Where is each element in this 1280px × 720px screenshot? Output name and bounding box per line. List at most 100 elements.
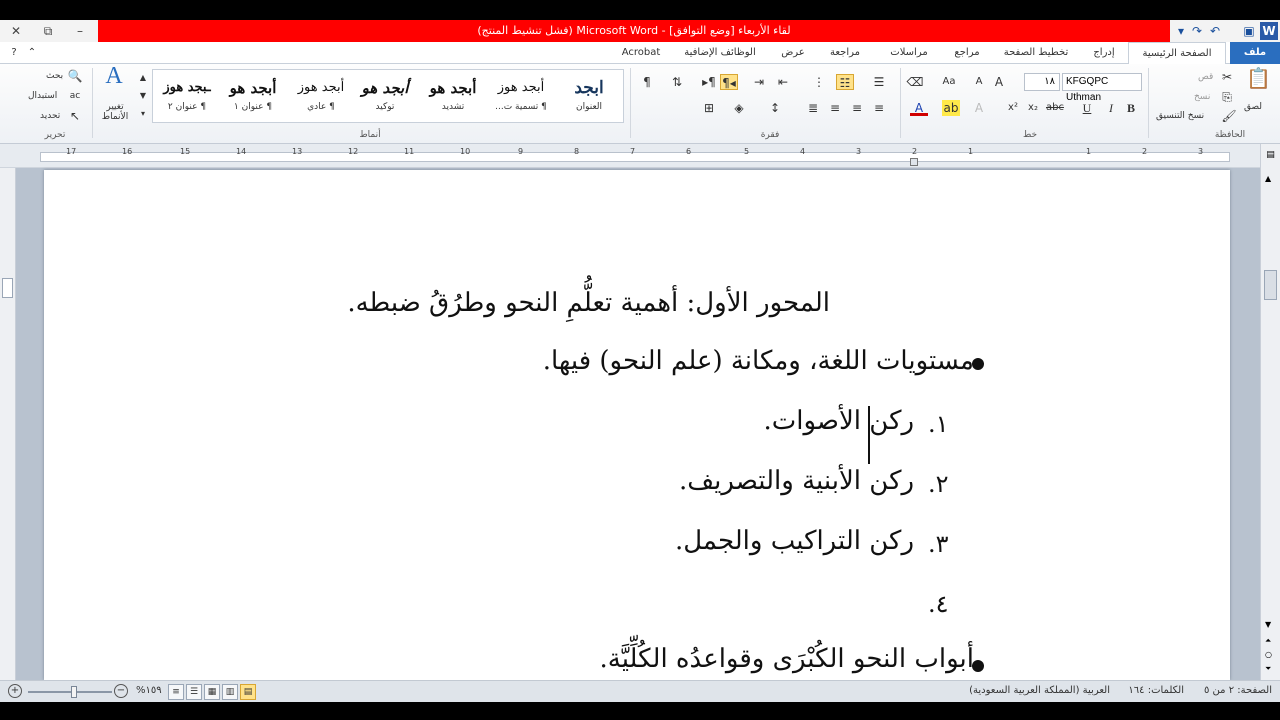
sort-button[interactable]: ⇅ — [668, 74, 686, 90]
style-heading-1[interactable]: أبجد هو ¶ عنوان ١ — [219, 70, 287, 122]
text-effects-button[interactable]: A — [970, 100, 988, 116]
cut-button[interactable]: قص — [1198, 72, 1213, 82]
copy-icon[interactable]: ⎘ — [1218, 89, 1236, 105]
zoom-in-button[interactable]: + — [8, 684, 22, 698]
ruler-toggle-button[interactable]: ▤ — [1264, 150, 1277, 164]
font-name-combo[interactable]: KFGQPC Uthman — [1062, 73, 1142, 103]
grow-font-button[interactable]: A — [990, 74, 1008, 90]
bold-button[interactable]: B — [1122, 100, 1140, 116]
tab-review[interactable]: مراجعة — [816, 42, 874, 64]
restore-button[interactable]: ⧉ — [32, 20, 64, 42]
format-painter-icon[interactable]: 🖌 — [1220, 108, 1238, 124]
italic-button[interactable]: I — [1102, 100, 1120, 116]
full-screen-reading-button[interactable]: ▥ — [222, 684, 238, 700]
minimize-ribbon-button[interactable]: ⌃ — [24, 42, 40, 64]
tab-file[interactable]: ملف — [1230, 42, 1280, 64]
select-icon[interactable]: ↖ — [66, 108, 84, 124]
vertical-scrollbar[interactable]: ▤ ▲ ▼ ⏶ ○ ⏷ — [1260, 144, 1280, 680]
multilevel-list-button[interactable]: ⋮ — [810, 74, 828, 90]
language-indicator[interactable]: العربية (المملكة العربية السعودية) — [969, 685, 1110, 696]
page-counter[interactable]: الصفحة: ٢ من ٥ — [1204, 685, 1272, 696]
indent-marker[interactable] — [910, 158, 918, 166]
decrease-indent-button[interactable]: ⇤ — [774, 74, 792, 90]
change-styles-icon[interactable]: A — [102, 64, 126, 96]
style-emphasis[interactable]: أبجد هو توكيد — [351, 70, 419, 122]
tab-insert[interactable]: إدراج — [1082, 42, 1126, 64]
copy-button[interactable]: نسخ — [1194, 92, 1210, 102]
close-button[interactable]: ✕ — [0, 20, 32, 42]
web-layout-button[interactable]: ▦ — [204, 684, 220, 700]
font-color-button[interactable]: A — [910, 100, 928, 116]
style-caption[interactable]: أبجد هوز ¶ تسمية ت... — [487, 70, 555, 122]
align-right-button[interactable]: ≡ — [870, 100, 888, 116]
paste-icon[interactable]: 📋 — [1246, 68, 1271, 98]
subscript-button[interactable]: x₂ — [1024, 100, 1042, 116]
document-page[interactable]: المحور الأول: أهمية تعلُّمِ النحو وطرُقُ… — [44, 170, 1230, 680]
bullets-button[interactable]: ☰ — [870, 74, 888, 90]
save-button[interactable]: ▣ — [1240, 22, 1258, 40]
vertical-ruler-marker[interactable] — [2, 278, 13, 298]
find-icon[interactable]: 🔍 — [66, 68, 84, 84]
tab-home[interactable]: الصفحة الرئيسية — [1128, 42, 1226, 65]
draft-button[interactable]: ≡ — [168, 684, 184, 700]
shrink-font-button[interactable]: A — [970, 74, 988, 90]
horizontal-ruler[interactable]: 17 16 15 14 13 12 11 10 9 8 7 6 5 4 3 2 … — [0, 144, 1280, 168]
change-styles-button[interactable]: تغيير الأنماط — [98, 102, 132, 122]
zoom-level[interactable]: %١٥٩ — [136, 685, 162, 696]
previous-page-button[interactable]: ⏶ — [1265, 636, 1271, 646]
find-button[interactable]: بحث — [46, 71, 63, 81]
styles-scroll-down[interactable]: ▼ — [136, 88, 150, 104]
styles-scroll-up[interactable]: ▲ — [136, 70, 150, 86]
help-button[interactable]: ? — [4, 42, 24, 64]
styles-more[interactable]: ▾ — [136, 106, 150, 122]
scroll-down-button[interactable]: ▼ — [1265, 620, 1271, 629]
show-hide-marks-button[interactable]: ¶ — [638, 74, 656, 90]
shading-button[interactable]: ◈ — [730, 100, 748, 116]
zoom-slider-thumb[interactable] — [71, 686, 78, 698]
align-center-button[interactable]: ≡ — [848, 100, 866, 116]
cut-icon[interactable]: ✂ — [1218, 69, 1236, 85]
font-size-combo[interactable]: ١٨ — [1024, 73, 1060, 91]
change-case-button[interactable]: Aa — [938, 74, 960, 90]
scroll-thumb[interactable] — [1264, 270, 1277, 300]
undo-button[interactable]: ↶ — [1206, 22, 1224, 40]
tab-add-ins[interactable]: الوظائف الإضافية — [670, 42, 770, 64]
increase-indent-button[interactable]: ⇥ — [750, 74, 768, 90]
numbering-button[interactable]: ☷ — [836, 74, 854, 90]
replace-button[interactable]: استبدال — [28, 91, 57, 101]
zoom-slider[interactable] — [28, 691, 112, 693]
browse-object-button[interactable]: ○ — [1265, 650, 1272, 659]
outline-button[interactable]: ☰ — [186, 684, 202, 700]
zoom-out-button[interactable]: − — [114, 684, 128, 698]
print-layout-button[interactable]: ▤ — [240, 684, 256, 700]
strikethrough-button[interactable]: abc — [1044, 100, 1066, 116]
rtl-direction-button[interactable]: ¶◂ — [720, 74, 738, 90]
scroll-up-button[interactable]: ▲ — [1265, 174, 1271, 183]
underline-button[interactable]: U — [1078, 100, 1096, 116]
style-strong[interactable]: أبجد هو تشديد — [419, 70, 487, 122]
clear-formatting-button[interactable]: ⌫ — [906, 74, 924, 90]
replace-icon[interactable]: ac — [66, 88, 84, 104]
tab-references[interactable]: مراجع — [944, 42, 990, 64]
paste-button[interactable]: لصق — [1244, 102, 1262, 112]
minimize-button[interactable]: – — [64, 20, 96, 42]
tab-mailings[interactable]: مراسلات — [876, 42, 942, 64]
style-heading-2[interactable]: ـبجد هوز ¶ عنوان ٢ — [153, 70, 221, 122]
style-normal[interactable]: أبجد هوز ¶ عادي — [287, 70, 355, 122]
tab-acrobat[interactable]: Acrobat — [614, 42, 668, 64]
ltr-direction-button[interactable]: ▸¶ — [700, 74, 718, 90]
next-page-button[interactable]: ⏷ — [1265, 664, 1271, 674]
select-button[interactable]: تحديد — [40, 111, 60, 121]
highlight-button[interactable]: ab — [942, 100, 960, 116]
superscript-button[interactable]: x² — [1004, 100, 1022, 116]
tab-view[interactable]: عرض — [772, 42, 814, 64]
justify-button[interactable]: ≣ — [804, 100, 822, 116]
style-title[interactable]: ابجد العنوان — [555, 70, 623, 122]
format-painter-button[interactable]: نسخ التنسيق — [1156, 111, 1204, 121]
borders-button[interactable]: ⊞ — [700, 100, 718, 116]
align-left-button[interactable]: ≡ — [826, 100, 844, 116]
redo-button[interactable]: ↷ — [1188, 22, 1206, 40]
line-spacing-button[interactable]: ↕ — [766, 100, 784, 116]
tab-page-layout[interactable]: تخطيط الصفحة — [992, 42, 1080, 64]
word-count[interactable]: الكلمات: ١٦٤ — [1128, 685, 1184, 696]
